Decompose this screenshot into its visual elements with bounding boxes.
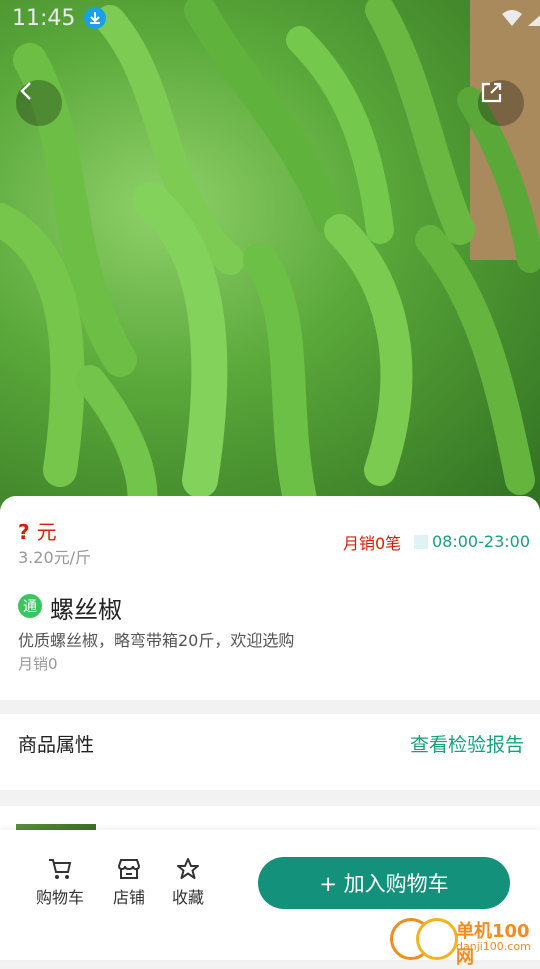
favorite-tab-label: 收藏 (171, 888, 204, 907)
wifi-icon (502, 10, 522, 26)
inspection-report-link[interactable]: 查看检验报告 (410, 730, 524, 757)
unit-price: 3.20元/斤 (18, 548, 92, 567)
clock-icon (414, 534, 428, 549)
status-bar: 11:45 (0, 0, 540, 38)
star-icon (177, 858, 199, 879)
store-tab-label: 店铺 (112, 888, 145, 907)
add-to-cart-button[interactable]: + 加入购物车 (258, 857, 510, 909)
product-info-card: ? 元 3.20元/斤 月销0笔 08:00-23:00 通 螺丝椒 优质螺丝椒… (0, 496, 540, 700)
pepper-illustration (0, 0, 540, 520)
watermark-logo-icon-2 (416, 918, 458, 960)
price-value: ? (18, 520, 30, 544)
product-image: 11:45 (0, 0, 540, 520)
chevron-left-icon (20, 82, 31, 100)
price: ? 元 (18, 516, 57, 545)
watermark: 单机100网 danji100.com (390, 914, 540, 968)
attributes-row: 商品属性 查看检验报告 (0, 714, 540, 790)
back-button[interactable] (16, 80, 62, 126)
business-hours: 08:00-23:00 (414, 532, 530, 551)
store-tab[interactable]: 店铺 (99, 858, 159, 908)
share-button[interactable] (478, 80, 524, 126)
cart-icon (49, 859, 72, 879)
cart-tab-label: 购物车 (35, 888, 84, 907)
monthly-sales: 月销0 (18, 655, 58, 673)
cart-tab[interactable]: 购物车 (30, 858, 90, 908)
business-hours-text: 08:00-23:00 (432, 532, 530, 551)
delivery-badge: 通 (18, 594, 42, 618)
store-icon (117, 859, 141, 879)
product-description: 优质螺丝椒，略弯带箱20斤，欢迎选购 (18, 631, 295, 650)
status-time: 11:45 (12, 6, 76, 31)
product-name: 螺丝椒 (50, 596, 122, 624)
download-icon (84, 7, 106, 29)
price-currency: 元 (36, 520, 57, 544)
favorite-tab[interactable]: 收藏 (158, 858, 218, 908)
watermark-url: danji100.com (456, 940, 531, 953)
monthly-sales-count: 月销0笔 (343, 534, 402, 553)
share-icon (481, 82, 502, 103)
attributes-label: 商品属性 (18, 734, 95, 756)
signal-icon (528, 15, 540, 26)
